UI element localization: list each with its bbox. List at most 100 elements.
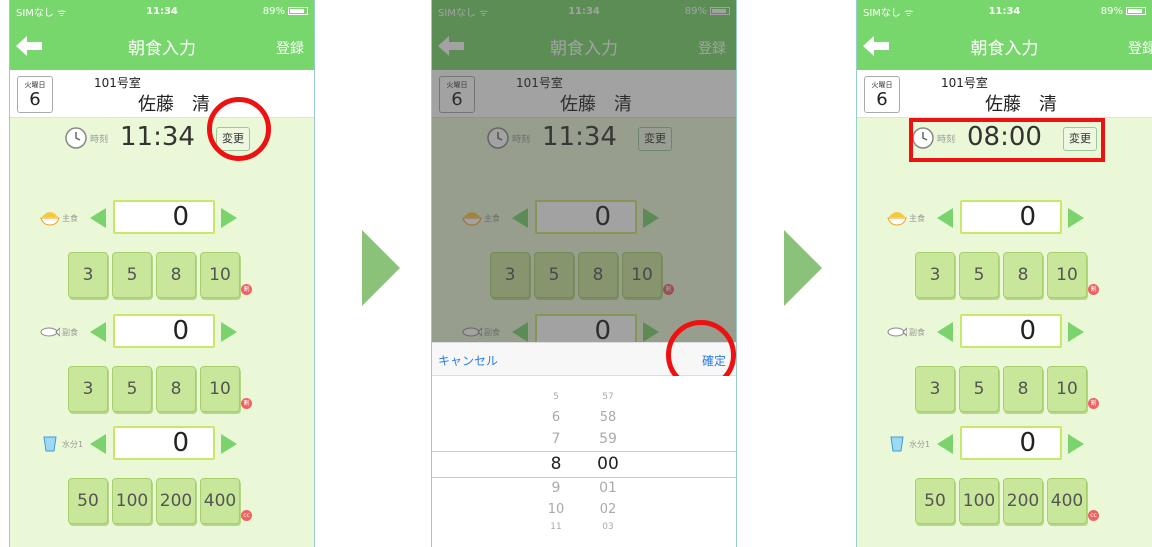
water-label: 水分1 [909, 440, 931, 449]
staple-increase-icon[interactable] [221, 208, 237, 228]
back-arrow-icon[interactable] [16, 36, 42, 56]
side-unit-badge: 割 [241, 398, 252, 409]
date-badge: 火曜日 6 [17, 76, 53, 113]
side-btn-2[interactable]: 5 [112, 366, 152, 412]
staple-btn-4[interactable]: 10 [200, 252, 240, 298]
water-row: 水分1 0 [10, 426, 314, 462]
side-row: 副食 0 [10, 314, 314, 350]
staple-decrease-icon[interactable] [937, 208, 953, 228]
hour-option[interactable]: 10 [536, 502, 576, 517]
side-btn-4[interactable]: 10 [1047, 366, 1087, 412]
side-btn-1[interactable]: 3 [915, 366, 955, 412]
side-value[interactable]: 0 [113, 314, 215, 348]
screen-after: SIMなし ᯤ 11:34 89% 朝食入力 登録 火曜日 6 101号室 佐藤… [856, 0, 1152, 547]
screen-picker: SIMなし ᯤ 11:34 89% 朝食入力 登録 火曜日 6 101号室 佐藤… [431, 0, 737, 547]
minute-option[interactable]: 57 [588, 392, 628, 402]
day-number: 6 [29, 89, 41, 110]
hour-option[interactable]: 6 [536, 410, 576, 425]
side-btn-4[interactable]: 10 [200, 366, 240, 412]
nav-bar: 朝食入力 登録 [10, 22, 314, 70]
staple-btn-3[interactable]: 8 [156, 252, 196, 298]
side-decrease-icon[interactable] [90, 322, 106, 342]
staple-btn-3[interactable]: 8 [1003, 252, 1043, 298]
page-title: 朝食入力 [970, 38, 1039, 59]
water-value[interactable]: 0 [113, 426, 215, 460]
time-picker[interactable]: 5 6 7 8 9 10 11 57 58 59 00 01 02 03 [432, 376, 736, 547]
water-decrease-icon[interactable] [90, 434, 106, 454]
hour-option[interactable]: 5 [536, 392, 576, 402]
status-clock: 11:34 [146, 5, 178, 17]
minute-selected[interactable]: 00 [588, 454, 628, 474]
staple-btn-1[interactable]: 3 [68, 252, 108, 298]
staple-btn-1[interactable]: 3 [915, 252, 955, 298]
water-btn-4[interactable]: 400 [200, 478, 240, 524]
staple-buttons: 3 5 8 10 割 [857, 252, 1152, 298]
time-label: 時刻 [90, 135, 109, 145]
water-row: 水分1 0 [857, 426, 1152, 462]
water-btn-2[interactable]: 100 [959, 478, 999, 524]
minute-option[interactable]: 59 [588, 431, 628, 447]
resident-name: 佐藤 清 [138, 94, 210, 115]
water-btn-1[interactable]: 50 [915, 478, 955, 524]
status-bar: SIMなし ᯤ 11:34 89% [10, 0, 314, 22]
minute-option[interactable]: 02 [588, 502, 628, 517]
side-increase-icon[interactable] [221, 322, 237, 342]
minute-option[interactable]: 01 [588, 480, 628, 496]
minute-option[interactable]: 58 [588, 410, 628, 425]
side-label: 副食 [62, 328, 78, 337]
rice-bowl-icon [40, 212, 60, 226]
staple-decrease-icon[interactable] [90, 208, 106, 228]
picker-cancel-button[interactable]: キャンセル [438, 352, 498, 369]
side-btn-2[interactable]: 5 [959, 366, 999, 412]
water-btn-3[interactable]: 200 [1003, 478, 1043, 524]
water-unit-badge: cc [1088, 510, 1099, 521]
minute-option[interactable]: 03 [588, 522, 628, 532]
side-buttons: 3 5 8 10 割 [10, 366, 314, 412]
screen-before: SIMなし ᯤ 11:34 89% 朝食入力 登録 火曜日 6 101号室 佐藤… [9, 0, 315, 547]
resident-info: 火曜日 6 101号室 佐藤 清 [857, 70, 1152, 118]
side-label: 副食 [909, 328, 925, 337]
register-button[interactable]: 登録 [276, 38, 304, 58]
water-btn-2[interactable]: 100 [112, 478, 152, 524]
water-increase-icon[interactable] [1068, 434, 1084, 454]
side-unit-badge: 割 [1088, 398, 1099, 409]
register-button[interactable]: 登録 [1128, 38, 1152, 58]
fish-icon [887, 327, 907, 337]
staple-btn-2[interactable]: 5 [112, 252, 152, 298]
carrier-label: SIMなし ᯤ [16, 7, 67, 19]
staple-btn-2[interactable]: 5 [959, 252, 999, 298]
side-increase-icon[interactable] [1068, 322, 1084, 342]
fish-icon [40, 327, 60, 337]
back-arrow-icon[interactable] [863, 36, 889, 56]
hour-selected[interactable]: 8 [536, 454, 576, 474]
staple-label: 主食 [909, 214, 925, 223]
carrier-label: SIMなし ᯤ [863, 7, 914, 19]
side-btn-3[interactable]: 8 [156, 366, 196, 412]
water-decrease-icon[interactable] [937, 434, 953, 454]
side-btn-1[interactable]: 3 [68, 366, 108, 412]
side-value[interactable]: 0 [960, 314, 1062, 348]
hour-option[interactable]: 9 [536, 480, 576, 496]
water-btn-3[interactable]: 200 [156, 478, 196, 524]
hour-option[interactable]: 7 [536, 431, 576, 447]
date-badge: 火曜日 6 [864, 76, 900, 113]
side-btn-3[interactable]: 8 [1003, 366, 1043, 412]
battery-indicator: 89% [1052, 6, 1146, 17]
water-buttons: 50 100 200 400 cc [10, 478, 314, 524]
staple-value[interactable]: 0 [113, 200, 215, 234]
water-value[interactable]: 0 [960, 426, 1062, 460]
water-btn-1[interactable]: 50 [68, 478, 108, 524]
staple-unit-badge: 割 [1088, 284, 1099, 295]
day-number: 6 [876, 89, 888, 110]
hour-option[interactable]: 11 [536, 522, 576, 532]
staple-row: 主食 0 [857, 200, 1152, 236]
staple-value[interactable]: 0 [960, 200, 1062, 234]
battery-icon [1125, 6, 1146, 15]
staple-increase-icon[interactable] [1068, 208, 1084, 228]
staple-unit-badge: 割 [241, 284, 252, 295]
water-increase-icon[interactable] [221, 434, 237, 454]
water-btn-4[interactable]: 400 [1047, 478, 1087, 524]
staple-btn-4[interactable]: 10 [1047, 252, 1087, 298]
side-decrease-icon[interactable] [937, 322, 953, 342]
water-buttons: 50 100 200 400 cc [857, 478, 1152, 524]
